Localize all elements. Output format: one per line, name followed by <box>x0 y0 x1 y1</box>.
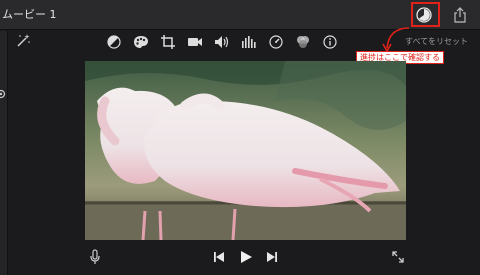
fullscreen-button[interactable] <box>390 249 406 265</box>
tool-clip-info[interactable] <box>320 33 340 51</box>
palette-icon <box>134 36 148 48</box>
voiceover-button[interactable] <box>88 248 102 266</box>
share-icon <box>454 7 466 23</box>
progress-button[interactable] <box>412 3 436 27</box>
window-title: ムービー 1 <box>2 8 57 21</box>
skip-back-button[interactable] <box>212 250 226 264</box>
color-balance-icon <box>107 35 121 49</box>
fullscreen-icon <box>392 251 404 263</box>
info-icon <box>323 35 337 49</box>
play-icon <box>241 251 252 263</box>
microphone-icon <box>90 249 100 264</box>
gear-icon[interactable] <box>0 89 6 99</box>
crop-icon <box>161 35 175 49</box>
tool-volume[interactable] <box>212 33 232 51</box>
tool-equalizer[interactable] <box>239 33 259 51</box>
left-sidebar-edge <box>0 31 8 275</box>
play-button[interactable] <box>237 248 255 266</box>
speaker-icon <box>215 36 229 48</box>
tool-stabilization[interactable] <box>185 33 205 51</box>
tool-color-correction[interactable] <box>131 33 151 51</box>
skip-back-icon <box>214 252 224 262</box>
share-button[interactable] <box>448 3 472 27</box>
annotation-arrow <box>382 27 410 53</box>
video-preview <box>85 61 406 240</box>
tool-color-balance[interactable] <box>104 33 124 51</box>
progress-pie-icon <box>416 7 432 23</box>
filter-circles-icon <box>297 36 309 48</box>
tool-clip-filter[interactable] <box>293 33 313 51</box>
magic-wand-icon[interactable] <box>15 33 31 49</box>
playback-controls <box>0 245 480 269</box>
video-camera-icon <box>188 38 202 46</box>
tool-crop[interactable] <box>158 33 178 51</box>
skip-forward-icon <box>267 252 277 262</box>
tool-speed[interactable] <box>266 33 286 51</box>
video-frame-image <box>85 61 406 240</box>
speedometer-icon <box>269 35 283 49</box>
equalizer-icon <box>242 36 256 48</box>
skip-forward-button[interactable] <box>265 250 279 264</box>
viewer-adjustment-toolbar <box>104 33 340 51</box>
